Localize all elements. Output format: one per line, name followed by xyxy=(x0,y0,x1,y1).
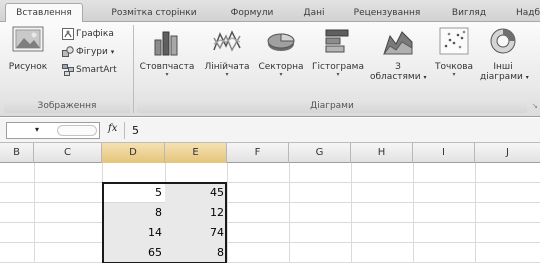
picture-button-label: Рисунок xyxy=(8,62,48,72)
grid-line xyxy=(351,163,352,263)
column-header-f[interactable]: F xyxy=(227,143,289,163)
line-chart-arrow[interactable]: ▾ xyxy=(200,72,254,78)
group-separator xyxy=(133,25,134,113)
shapes-button[interactable]: Фігури ▾ xyxy=(62,44,114,60)
tab-addins[interactable]: Надб xyxy=(508,5,540,22)
other-charts-button[interactable]: Інші діаграми ▾ xyxy=(480,26,529,83)
area-chart-icon xyxy=(383,31,413,55)
grid-line xyxy=(413,163,414,263)
column-chart-button[interactable]: Стовпчаста ▾ xyxy=(137,26,197,78)
tab-review[interactable]: Рецензування xyxy=(344,5,430,22)
column-header-i[interactable]: I xyxy=(413,143,475,163)
clipart-label: Графіка xyxy=(76,29,114,39)
grid-line xyxy=(0,182,540,183)
line-chart-icon xyxy=(213,30,241,52)
column-header-e[interactable]: E xyxy=(165,143,227,163)
clipart-icon xyxy=(62,27,74,40)
area-chart-label-line2: областями ▾ xyxy=(370,72,427,82)
column-header-d[interactable]: D xyxy=(102,143,165,163)
column-header-j[interactable]: J xyxy=(475,143,540,163)
area-chart-button[interactable]: З областями ▾ xyxy=(370,26,426,83)
tab-data[interactable]: Дані xyxy=(296,5,332,22)
scatter-chart-icon xyxy=(439,27,469,55)
other-charts-label: Інші xyxy=(493,62,513,72)
other-charts-arrow[interactable]: ▾ xyxy=(526,74,529,81)
picture-icon xyxy=(12,26,44,52)
insert-function-icon[interactable]: fx xyxy=(108,123,117,134)
tab-page-layout[interactable]: Розмітка сторінки xyxy=(98,5,210,22)
scatter-chart-arrow[interactable]: ▾ xyxy=(432,72,476,78)
bar-chart-button[interactable]: Гістограма ▾ xyxy=(308,26,368,78)
bar-chart-icon xyxy=(325,29,349,53)
ribbon-tab-bar: Вставлення Розмітка сторінки Формули Дан… xyxy=(0,0,540,23)
ribbon-panel: Рисунок Графіка Фігури ▾ SmartArt Зображ… xyxy=(0,22,540,117)
charts-dialog-launcher-icon[interactable]: ↘ xyxy=(532,102,538,110)
shapes-dropdown-arrow[interactable]: ▾ xyxy=(111,48,115,56)
grid-line xyxy=(0,222,540,223)
formula-input[interactable]: 5 xyxy=(132,122,139,139)
column-header-h[interactable]: H xyxy=(351,143,413,163)
column-header-row: B C D E F G H I J xyxy=(0,143,540,163)
line-chart-button[interactable]: Лінійчата ▾ xyxy=(200,26,254,78)
formula-bar-separator xyxy=(124,122,125,139)
other-charts-label-line2: діаграми ▾ xyxy=(480,72,529,82)
selection-border[interactable] xyxy=(102,182,227,263)
shapes-icon xyxy=(62,45,74,57)
grid-line xyxy=(0,242,540,243)
name-box-scroll-pill xyxy=(57,125,97,136)
area-chart-arrow[interactable]: ▾ xyxy=(423,74,426,81)
tab-view[interactable]: Вигляд xyxy=(442,5,496,22)
clipart-button[interactable]: Графіка xyxy=(62,26,114,42)
column-chart-icon xyxy=(154,31,178,56)
shapes-label: Фігури xyxy=(76,47,108,57)
bar-chart-arrow[interactable]: ▾ xyxy=(308,72,368,78)
tab-formulas[interactable]: Формули xyxy=(222,5,282,22)
grid-line xyxy=(289,163,290,263)
other-charts-icon xyxy=(490,28,516,54)
images-group-label: Зображення xyxy=(4,99,130,113)
smartart-button[interactable]: SmartArt xyxy=(62,62,117,78)
column-chart-arrow[interactable]: ▾ xyxy=(137,72,197,78)
grid-line xyxy=(227,163,228,263)
grid-line xyxy=(0,202,540,203)
smartart-label: SmartArt xyxy=(76,65,117,75)
column-header-c[interactable]: C xyxy=(34,143,102,163)
name-box[interactable]: ▾ xyxy=(6,122,100,139)
picture-button[interactable]: Рисунок xyxy=(8,26,48,72)
pie-chart-button[interactable]: Секторна ▾ xyxy=(256,26,306,78)
worksheet-grid[interactable]: 5 45 8 12 14 74 65 8 xyxy=(0,163,540,263)
name-box-dropdown-icon[interactable]: ▾ xyxy=(35,125,39,134)
charts-group-label: Діаграми xyxy=(137,99,527,113)
smartart-icon xyxy=(62,63,74,76)
pie-chart-arrow[interactable]: ▾ xyxy=(256,72,306,78)
column-header-g[interactable]: G xyxy=(289,143,351,163)
tab-insert[interactable]: Вставлення xyxy=(5,3,83,23)
grid-line xyxy=(34,163,35,263)
scatter-chart-button[interactable]: Точкова ▾ xyxy=(432,26,476,78)
column-header-b[interactable]: B xyxy=(0,143,34,163)
pie-chart-icon xyxy=(267,33,295,51)
area-chart-label: З xyxy=(395,62,401,72)
grid-line xyxy=(475,163,476,263)
formula-bar: ▾ fx 5 xyxy=(0,118,540,143)
